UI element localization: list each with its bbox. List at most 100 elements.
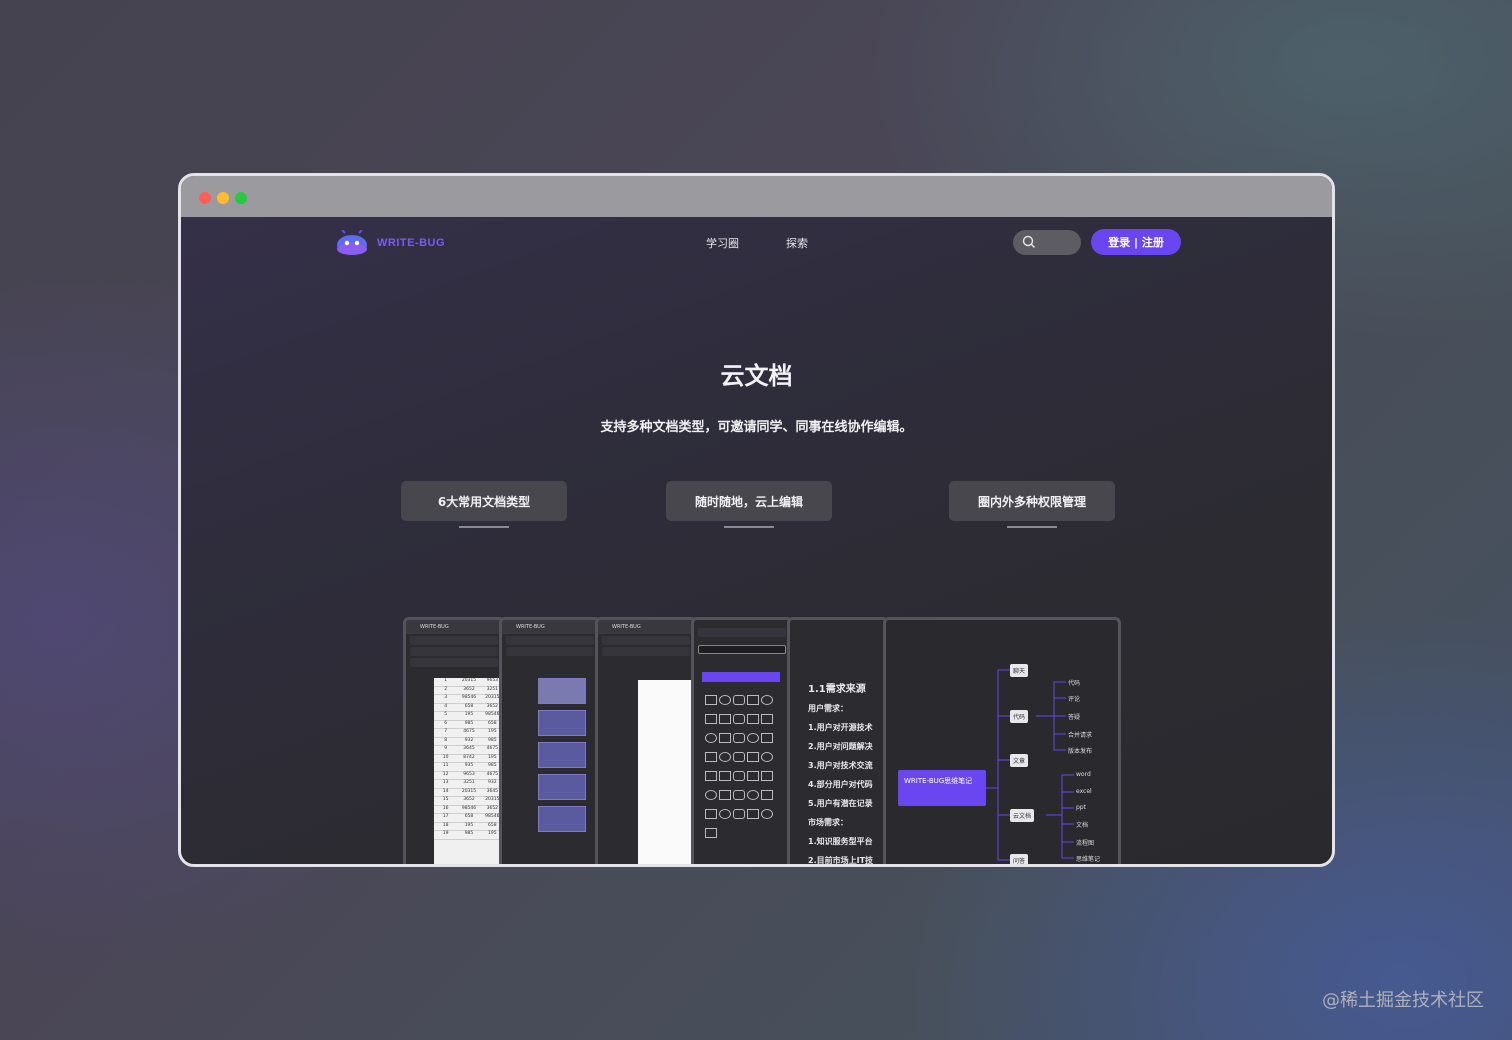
shape-item [733,733,745,743]
md-line: 用户需求： [808,704,848,713]
sheet-row: 16 98546 3652 [434,806,502,814]
shape-item [719,790,731,800]
sheet-cell: 2 [444,686,448,692]
preview-mindmap: WRITE-BUG思维笔记 聊天 代码 文章 云文档 问答 代码 评论 答疑 合并请求… [883,617,1121,864]
shape-item [761,714,773,724]
sheet-row: 17 658 98546 [434,814,502,823]
feature-tab-permissions[interactable]: 圈内外多种权限管理 [949,481,1115,528]
mindmap-branch: 聊天 [1010,664,1029,677]
mindmap-leaf: 评论 [1068,696,1081,703]
shape-item [719,752,731,762]
sheet-row: 6 985 658 [434,721,502,729]
shape-item [747,790,759,800]
md-heading: 1.1需求来源 [808,684,866,695]
sheet-row: 11 935 985 [434,763,502,772]
mindmap-leaf: 版本发布 [1068,748,1093,755]
bug-logo-icon [335,229,369,256]
shape-item [761,809,773,819]
mindmap-leaf: ppt [1076,804,1086,811]
sheet-row: 14 20315 3645 [434,788,502,797]
mindmap-leaf: word [1076,771,1091,778]
sheet-cell: 20315 [461,678,477,683]
md-line: 3.用户对技术交流 [808,761,873,770]
sheet-cell: 658 [464,814,474,819]
sheet-cell: 3652 [463,686,475,692]
preview-flowchart [691,617,793,864]
shape-item [747,714,759,724]
sheet-cell: 195 [464,712,474,717]
shape-item [705,733,717,743]
md-line: 2.用户对问题解决 [808,742,873,751]
sheet-row: 1 20315 9653 [434,678,502,687]
logo-text: WRITE-BUG [377,237,446,249]
shape-library [704,692,786,844]
sheet-cell: 98546 [461,695,477,700]
shape-item [705,695,717,705]
slide-thumbnail [538,678,586,704]
document-page [638,680,694,864]
sheet-row: 4 658 3652 [434,703,502,712]
sheet-cell: 195 [464,822,474,828]
shape-item [733,752,745,762]
shape-item [733,714,745,724]
nav-link-explore[interactable]: 探索 [786,235,808,251]
mini-toolbar [698,628,786,637]
mindmap-branch: 文章 [1010,754,1029,767]
feature-tab-underline [724,526,774,528]
shape-item [705,771,717,781]
mini-toolbar [410,647,498,656]
maximize-window-button[interactable] [235,192,247,204]
mindmap-root-label: WRITE-BUG思维笔记 [904,777,973,785]
nav-link-learning-circle[interactable]: 学习圈 [706,235,739,251]
page-subtitle: 支持多种文档类型，可邀请同学、同事在线协作编辑。 [600,420,913,435]
sheet-cell: 12 [442,771,449,777]
shape-item [761,695,773,705]
sheet-row: 9 3645 4675 [434,746,502,755]
sheet-row: 8 932 985 [434,737,502,746]
mini-toolbar [410,658,498,667]
sheet-cell: 10 [442,754,449,760]
mini-toolbar [602,636,690,645]
sheet-cell: 658 [464,703,474,709]
shape-item [719,714,731,724]
sheet-cell: 4675 [463,729,475,734]
sheet-cell: 14 [442,788,449,794]
close-window-button[interactable] [199,192,211,204]
feature-tab-cloud-edit[interactable]: 随时随地，云上编辑 [666,481,832,528]
shape-item [719,809,731,819]
slide-thumbnail [538,774,586,800]
sheet-cell: 8 [444,737,448,743]
shape-item [705,809,717,819]
search-icon [1022,235,1035,248]
feature-tab-doc-types[interactable]: 6大常用文档类型 [401,481,567,528]
sheet-cell: 935 [464,763,474,768]
sheet-row: 18 195 658 [434,822,502,831]
site-logo[interactable]: WRITE-BUG [335,229,446,256]
browser-window: WRITE-BUG 学习圈 探索 登录 | 注册 云文档 支持多种文档类型，可邀… [178,173,1335,867]
feature-tab-label: 随时随地，云上编辑 [694,494,803,509]
preview-document: WRITE-BUG [595,617,697,864]
sheet-cell: 13 [442,780,449,785]
shape-item [747,809,759,819]
sheet-cell: 8742 [463,754,475,760]
mindmap-branch: 云文档 [1010,809,1035,822]
search-box[interactable] [1013,230,1081,255]
md-line: 市场需求： [808,818,848,827]
shape-item [733,790,745,800]
md-line: 5.用户有潜在记录 [808,799,873,808]
sheet-row: 5 195 98546 [434,712,502,721]
shape-item [761,752,773,762]
sheet-cell: 15 [442,797,449,802]
mindmap-leaf: 合并请求 [1068,732,1093,739]
shape-item [733,771,745,781]
slide-thumbnail [538,742,586,768]
sheet-cell: 5 [444,712,448,717]
shape-item [719,771,731,781]
login-register-button[interactable]: 登录 | 注册 [1091,229,1181,255]
shape-item [705,714,717,724]
minimize-window-button[interactable] [217,192,229,204]
mindmap-connectors [986,669,1074,861]
sheet-cell: 4 [444,703,448,709]
sheet-cell: 9653 [463,771,475,777]
mindmap-leaf: 流程图 [1076,840,1095,847]
